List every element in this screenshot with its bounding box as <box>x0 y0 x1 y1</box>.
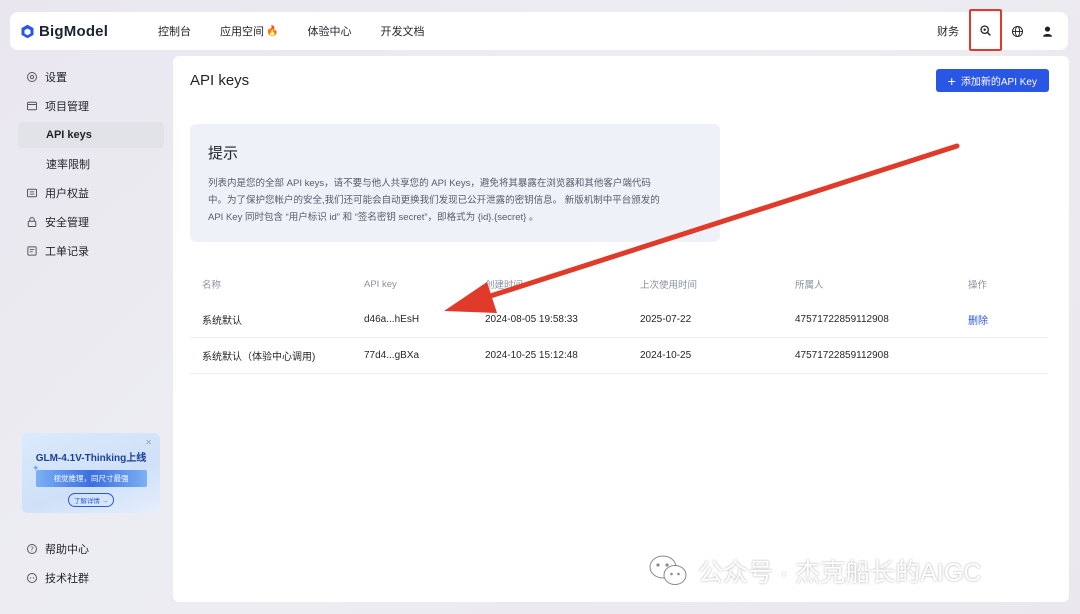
nav-item-label: 应用空间 <box>220 26 264 38</box>
wechat-icon <box>649 555 687 585</box>
watermark: 公众号 · 杰克船长的AIGC <box>648 553 981 589</box>
sidebar-item-label: 项目管理 <box>45 101 89 113</box>
nav-item-app-space[interactable]: 应用空间 🔥 <box>220 23 278 39</box>
sidebar-item-api-keys[interactable]: API keys <box>18 122 164 148</box>
table-row: 系统默认（体验中心调用) 77d4...gBXa 2024-10-25 15:1… <box>190 338 1048 374</box>
watermark-text: 公众号 · 杰克船长的AIGC <box>698 559 982 587</box>
sidebar-item-label: API keys <box>46 129 92 141</box>
delete-button[interactable]: 删除 <box>968 316 988 327</box>
sidebar-item-settings[interactable]: 设置 <box>18 64 164 90</box>
plus-icon: + <box>947 72 956 89</box>
cell-name: 系统默认 <box>202 316 242 327</box>
main-content: API keys + 添加新的API Key 提示 列表内是您的全部 API k… <box>173 56 1069 602</box>
sidebar-item-help-center[interactable]: ? 帮助中心 <box>18 536 164 562</box>
main-nav: 控制台 应用空间 🔥 体验中心 开发文档 <box>158 23 453 39</box>
sidebar-item-label: 用户权益 <box>45 188 89 200</box>
column-header-action: 操作 <box>968 280 988 291</box>
cell-name: 系统默认（体验中心调用) <box>202 352 316 363</box>
column-header-created: 创建时间 <box>485 280 524 291</box>
sidebar-item-label: 帮助中心 <box>45 544 89 556</box>
help-icon: ? <box>27 544 37 554</box>
tip-line: 中。为了保护您帐户的安全,我们还可能会自动更换我们发现已公开泄露的密钥信息。 新… <box>208 195 660 206</box>
highlight-box <box>969 9 1002 51</box>
cell-created: 2024-08-05 19:58:33 <box>485 314 578 325</box>
sidebar-item-project-management[interactable]: 项目管理 <box>18 93 164 119</box>
close-icon[interactable]: ✕ <box>145 438 152 447</box>
cell-owner: 47571722859112908 <box>795 350 889 361</box>
sidebar-item-label: 工单记录 <box>45 246 89 258</box>
promo-title: GLM-4.1V-Thinking上线 <box>35 453 147 464</box>
sidebar: 设置 项目管理 API keys 速率限制 用户权益 安全管理 工单记录 ✕ ✦… <box>10 56 172 602</box>
promo-subtitle: 视觉推理，同尺寸最强 <box>35 470 147 487</box>
column-header-owner: 所属人 <box>795 280 824 291</box>
cell-api-key[interactable]: 77d4...gBXa <box>364 350 485 361</box>
api-keys-table: 名称 API key 创建时间 上次使用时间 所属人 操作 系统默认 d46a.… <box>190 266 1048 374</box>
top-right-actions: 财务 <box>937 9 1068 51</box>
nav-item-dev-docs[interactable]: 开发文档 <box>380 23 424 39</box>
sparkle-icon: ✦ <box>32 463 40 473</box>
sidebar-item-label: 设置 <box>45 72 67 84</box>
promo-banner[interactable]: ✕ ✦ GLM-4.1V-Thinking上线 视觉推理，同尺寸最强 了解详情 … <box>22 433 160 513</box>
add-api-key-button[interactable]: + 添加新的API Key <box>935 69 1049 92</box>
table-row: 系统默认 d46a...hEsH 2024-08-05 19:58:33 202… <box>190 302 1048 338</box>
nav-item-label: 体验中心 <box>307 26 352 38</box>
tip-body: 列表内是您的全部 API keys，请不要与他人共享您的 API Keys，避免… <box>208 175 702 226</box>
benefit-icon <box>27 188 37 198</box>
cell-last-used: 2025-07-22 <box>640 314 692 325</box>
column-header-last-used: 上次使用时间 <box>640 280 698 291</box>
sidebar-item-security[interactable]: 安全管理 <box>18 209 164 235</box>
sidebar-item-label: 速率限制 <box>46 159 90 171</box>
brand-name: BigModel <box>39 22 109 40</box>
nav-item-label: 开发文档 <box>380 26 425 38</box>
nav-item-experience-center[interactable]: 体验中心 <box>307 23 351 39</box>
nav-item-label: 控制台 <box>158 26 191 38</box>
sidebar-item-tickets[interactable]: 工单记录 <box>18 238 164 264</box>
logo-icon <box>21 24 34 38</box>
gear-icon <box>27 72 37 82</box>
page-title: API keys <box>190 72 250 89</box>
globe-icon[interactable] <box>1002 25 1032 38</box>
promo-learn-more-button[interactable]: 了解详情 → <box>68 493 114 507</box>
column-header-api-key: API key <box>364 278 397 290</box>
cell-last-used: 2024-10-25 <box>640 350 692 361</box>
lock-icon <box>27 217 37 227</box>
brand-logo[interactable]: BigModel <box>20 23 140 40</box>
cell-owner: 47571722859112908 <box>795 314 889 325</box>
top-navigation-bar: BigModel 控制台 应用空间 🔥 体验中心 开发文档 财务 <box>10 9 1068 51</box>
finance-link[interactable]: 财务 <box>937 23 959 39</box>
column-header-name: 名称 <box>202 280 222 291</box>
tip-line: 列表内是您的全部 API keys，请不要与他人共享您的 API Keys，避免… <box>208 178 651 189</box>
chat-icon <box>27 573 37 583</box>
cell-action: 删除 <box>968 312 1048 327</box>
sidebar-item-rate-limit[interactable]: 速率限制 <box>18 151 164 177</box>
user-icon[interactable] <box>1032 25 1062 38</box>
sidebar-item-label: 安全管理 <box>45 217 89 229</box>
table-header: 名称 API key 创建时间 上次使用时间 所属人 操作 <box>190 266 1048 302</box>
support-icon[interactable] <box>971 24 1000 37</box>
add-api-key-label: 添加新的API Key <box>960 77 1037 88</box>
cell-created: 2024-10-25 15:12:48 <box>485 350 578 361</box>
sidebar-item-label: 技术社群 <box>45 573 89 585</box>
sidebar-item-user-benefits[interactable]: 用户权益 <box>18 180 164 206</box>
sidebar-bottom: ? 帮助中心 技术社群 <box>10 536 172 594</box>
tip-title: 提示 <box>208 145 239 162</box>
nav-item-console[interactable]: 控制台 <box>158 23 191 39</box>
ticket-icon <box>27 246 37 256</box>
folder-icon <box>27 101 37 111</box>
fire-icon: 🔥 <box>266 25 279 37</box>
sidebar-item-tech-community[interactable]: 技术社群 <box>18 565 164 591</box>
cell-api-key[interactable]: d46a...hEsH <box>364 314 485 325</box>
tip-panel: 提示 列表内是您的全部 API keys，请不要与他人共享您的 API Keys… <box>190 124 720 242</box>
svg-text:?: ? <box>30 545 34 553</box>
tip-line: API Key 同时包含 “用户标识 id” 和 “签名密钥 secret”，即… <box>208 212 539 223</box>
